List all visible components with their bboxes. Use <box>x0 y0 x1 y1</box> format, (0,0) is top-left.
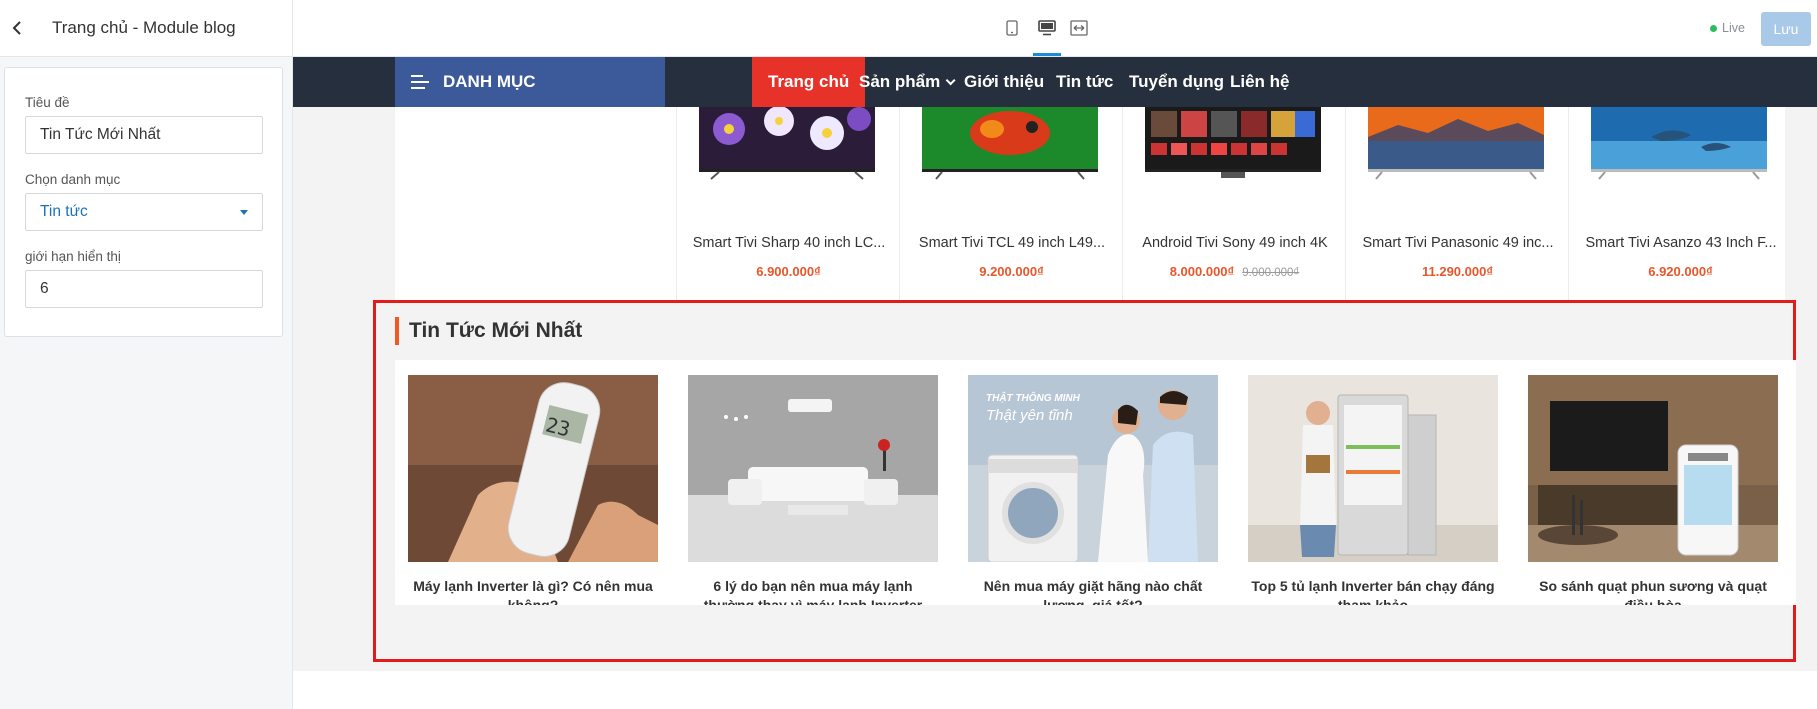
product-image[interactable] <box>1368 107 1544 181</box>
save-button[interactable]: Lưu <box>1761 12 1811 46</box>
editor-toolbar: Live Lưu <box>293 0 1817 57</box>
live-label: Live <box>1722 21 1745 35</box>
page-footer-area <box>293 671 1817 709</box>
nav-item-contact[interactable]: Liên hệ <box>1214 57 1306 107</box>
news-image[interactable]: 23 <box>408 375 658 562</box>
fullwidth-icon[interactable] <box>1068 17 1090 39</box>
limit-field-label: giới hạn hiển thị <box>25 249 121 264</box>
news-image[interactable] <box>688 375 938 562</box>
news-caption[interactable]: Top 5 tủ lạnh Inverter bán chạy đáng tha… <box>1248 577 1498 605</box>
mobile-icon[interactable] <box>1001 17 1023 39</box>
product-card[interactable]: Smart Tivi Panasonic 49 inc... 11.290.00… <box>1345 107 1568 300</box>
product-price: 11.290.000₫ <box>1346 264 1569 279</box>
active-device-indicator <box>1033 53 1061 56</box>
live-dot-icon <box>1710 24 1717 32</box>
nav-label: Tuyển dụng <box>1129 72 1225 91</box>
settings-panel: Trang chủ - Module blog Tiêu đề Tin Tức … <box>0 0 293 709</box>
product-price: 6.900.000₫ <box>677 264 900 279</box>
product-strip: Smart Tivi Sharp 40 inch LC... 6.900.000… <box>395 107 1785 300</box>
product-price: 8.000.000₫ 9.000.000₫ <box>1123 264 1346 279</box>
news-item[interactable]: Top 5 tủ lạnh Inverter bán chạy đáng tha… <box>1248 375 1498 605</box>
product-image[interactable] <box>699 107 875 181</box>
live-status: Live <box>1710 21 1745 35</box>
settings-form: Tiêu đề Tin Tức Mới Nhất Chọn danh mục T… <box>4 67 283 337</box>
news-item[interactable]: THẬT THÔNG MINH Thật yên tĩnh Nên mua má… <box>968 375 1218 605</box>
product-price: 6.920.000₫ <box>1569 264 1792 279</box>
news-caption[interactable]: 6 lý do bạn nên mua máy lạnh thường thay… <box>688 577 938 605</box>
price-value: 11.290.000₫ <box>1421 264 1494 279</box>
ad-subline-text: Thật yên tĩnh <box>986 407 1073 424</box>
title-input[interactable]: Tin Tức Mới Nhất <box>25 116 263 154</box>
product-image[interactable] <box>1591 107 1767 181</box>
news-image[interactable] <box>1248 375 1498 562</box>
product-image[interactable] <box>922 107 1098 181</box>
blog-module-title: Tin Tức Mới Nhất <box>395 317 582 345</box>
category-field-label: Chọn danh mục <box>25 172 121 187</box>
nav-label: Liên hệ <box>1230 72 1290 91</box>
product-price: 9.200.000₫ <box>900 264 1123 279</box>
old-price-value: 9.000.000₫ <box>1242 267 1300 279</box>
back-arrow-icon[interactable] <box>0 0 34 57</box>
product-name[interactable]: Smart Tivi Sharp 40 inch LC... <box>689 235 889 251</box>
product-card[interactable]: Smart Tivi Asanzo 43 Inch F... 6.920.000… <box>1568 107 1791 300</box>
news-image[interactable]: THẬT THÔNG MINH Thật yên tĩnh <box>968 375 1218 562</box>
nav-label: Tin tức <box>1056 72 1114 91</box>
title-field-label: Tiêu đề <box>25 95 70 110</box>
category-menu-button[interactable]: DANH MỤC <box>395 57 665 107</box>
nav-label: Trang chủ <box>768 72 850 91</box>
product-name[interactable]: Smart Tivi TCL 49 inch L49... <box>912 235 1112 251</box>
news-item[interactable]: So sánh quạt phun sương và quạt điều hòa <box>1528 375 1778 605</box>
limit-input[interactable]: 6 <box>25 270 263 308</box>
news-image[interactable] <box>1528 375 1778 562</box>
price-value: 6.920.000₫ <box>1648 264 1713 279</box>
product-card[interactable]: Android Tivi Sony 49 inch 4K 8.000.000₫ 9… <box>1122 107 1345 300</box>
nav-placeholder <box>738 57 770 107</box>
category-menu-label: DANH MỤC <box>443 72 536 91</box>
news-list: 23 Máy lạnh Inverter là gì? Có nên mua k… <box>395 360 1796 605</box>
price-value: 8.000.000₫ <box>1169 264 1235 279</box>
nav-label: Giới thiệu <box>964 72 1045 91</box>
product-name[interactable]: Android Tivi Sony 49 inch 4K <box>1135 235 1335 251</box>
product-image[interactable] <box>1145 107 1321 181</box>
product-card[interactable]: Smart Tivi Sharp 40 inch LC... 6.900.000… <box>676 107 899 300</box>
news-caption[interactable]: So sánh quạt phun sương và quạt điều hòa <box>1528 577 1778 605</box>
category-select-value: Tin tức <box>40 203 88 220</box>
caret-down-icon <box>240 209 248 215</box>
menu-icon <box>411 75 429 89</box>
price-value: 9.200.000₫ <box>979 264 1044 279</box>
settings-header: Trang chủ - Module blog <box>0 0 292 57</box>
ad-headline-text: THẬT THÔNG MINH <box>986 393 1080 404</box>
site-preview: DANH MỤC Trang chủ Sản phẩm Giới thiệu T… <box>293 57 1817 709</box>
main-navbar: DANH MỤC Trang chủ Sản phẩm Giới thiệu T… <box>293 57 1817 107</box>
category-select[interactable]: Tin tức <box>25 193 263 231</box>
nav-label: Sản phẩm <box>859 72 941 91</box>
news-caption[interactable]: Nên mua máy giặt hãng nào chất lượng, gi… <box>968 577 1218 605</box>
product-card[interactable]: Smart Tivi TCL 49 inch L49... 9.200.000₫ <box>899 107 1122 300</box>
settings-title: Trang chủ - Module blog <box>52 18 236 37</box>
price-value: 6.900.000₫ <box>756 264 821 279</box>
blog-module-selected[interactable]: Tin Tức Mới Nhất 23 Máy lạnh Inverter là… <box>373 300 1796 662</box>
news-item[interactable]: 6 lý do bạn nên mua máy lạnh thường thay… <box>688 375 938 605</box>
news-item[interactable]: 23 Máy lạnh Inverter là gì? Có nên mua k… <box>408 375 658 605</box>
desktop-icon[interactable] <box>1036 17 1058 39</box>
product-name[interactable]: Smart Tivi Asanzo 43 Inch F... <box>1581 235 1781 251</box>
news-caption[interactable]: Máy lạnh Inverter là gì? Có nên mua khôn… <box>408 577 658 605</box>
product-name[interactable]: Smart Tivi Panasonic 49 inc... <box>1358 235 1558 251</box>
page-root: Trang chủ - Module blog Tiêu đề Tin Tức … <box>0 0 1817 709</box>
